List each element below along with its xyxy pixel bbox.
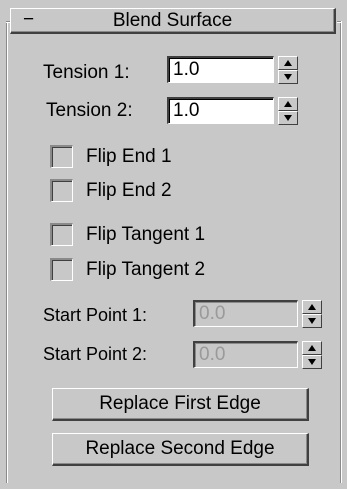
triangle-down-icon (284, 115, 292, 121)
rollout-title: Blend Surface (112, 10, 233, 31)
tension-1-field[interactable]: 1.0 (167, 56, 274, 83)
start-point-2-label: Start Point 2: (43, 344, 148, 364)
flip-end-2-label: Flip End 2 (86, 180, 172, 201)
flip-end-1-checkbox[interactable] (50, 145, 73, 168)
group-frame-left (6, 21, 7, 483)
flip-tangent-2-label: Flip Tangent 2 (86, 259, 206, 280)
triangle-up-icon (284, 101, 292, 107)
start-point-2-spin-down[interactable] (302, 355, 322, 369)
start-point-2-spin-up[interactable] (302, 341, 322, 355)
flip-end-2-checkbox[interactable] (50, 179, 73, 202)
triangle-up-icon (284, 60, 292, 66)
tension-2-spin-up[interactable] (278, 97, 298, 111)
start-point-1-label: Start Point 1: (43, 305, 148, 325)
tension-2-field[interactable]: 1.0 (167, 97, 274, 124)
start-point-1-field[interactable]: 0.0 (193, 300, 298, 327)
start-point-1-spinner[interactable] (302, 300, 322, 328)
blend-surface-panel: − Blend Surface Tension 1: 1.0 Tension 2… (0, 0, 347, 489)
triangle-down-icon (308, 318, 316, 324)
start-point-1-spin-up[interactable] (302, 300, 322, 314)
flip-end-1-label: Flip End 1 (86, 146, 172, 167)
tension-1-spin-up[interactable] (278, 56, 298, 70)
triangle-up-icon (308, 345, 316, 351)
tension-1-spin-down[interactable] (278, 70, 298, 84)
replace-second-edge-button[interactable]: Replace Second Edge (52, 433, 309, 466)
group-frame-right (340, 21, 341, 483)
tension-2-spin-down[interactable] (278, 111, 298, 125)
start-point-2-field[interactable]: 0.0 (193, 341, 298, 368)
flip-tangent-2-checkbox[interactable] (50, 258, 73, 281)
tension-1-spinner[interactable] (278, 56, 298, 84)
start-point-1-spin-down[interactable] (302, 314, 322, 328)
group-frame-tick-right (337, 21, 341, 22)
flip-tangent-1-label: Flip Tangent 1 (86, 224, 206, 245)
triangle-down-icon (308, 359, 316, 365)
rollout-header[interactable]: − Blend Surface (10, 8, 336, 34)
tension-1-label: Tension 1: (43, 62, 130, 83)
flip-tangent-1-checkbox[interactable] (50, 223, 73, 246)
tension-2-spinner[interactable] (278, 97, 298, 125)
triangle-up-icon (308, 304, 316, 310)
triangle-down-icon (284, 74, 292, 80)
tension-2-label: Tension 2: (46, 100, 133, 121)
start-point-2-spinner[interactable] (302, 341, 322, 369)
replace-first-edge-button[interactable]: Replace First Edge (52, 388, 309, 421)
